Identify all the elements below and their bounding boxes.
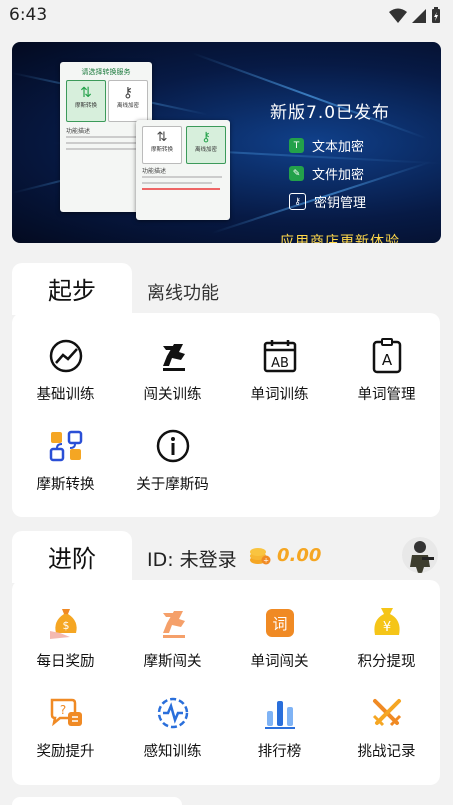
yen-bag-icon: ¥	[373, 608, 400, 635]
info-icon	[156, 429, 189, 463]
money-bag-icon: $	[49, 609, 77, 639]
points-display: + 0.00	[249, 544, 321, 566]
about-morse[interactable]: 关于摩斯码	[119, 428, 226, 494]
shield-icon: T	[289, 138, 304, 153]
word-training[interactable]: AB 单词训练	[226, 338, 333, 404]
svg-text:+: +	[263, 557, 269, 565]
level-training[interactable]: 闯关训练	[119, 338, 226, 404]
signal-icon	[412, 8, 426, 23]
status-time: 6:43	[9, 5, 48, 25]
word-icon: 词	[265, 609, 294, 637]
svg-text:词: 词	[272, 615, 287, 633]
daily-reward[interactable]: $ 每日奖励	[12, 605, 119, 671]
banner-tile-morse: ⇅ 摩斯转换	[66, 80, 106, 122]
banner-tile-offline: ⚷ 离线加密	[108, 80, 148, 122]
bar-chart-icon	[264, 701, 295, 729]
word-challenge[interactable]: 词 单词闯关	[226, 605, 333, 671]
user-id: ID: 未登录	[147, 549, 237, 571]
avatar[interactable]	[402, 537, 438, 573]
banner-tile2-morse: ⇅ 摩斯转换	[142, 126, 182, 164]
question-chat-icon: ?	[50, 698, 82, 727]
battery-icon	[432, 7, 440, 23]
perception-training[interactable]: 感知训练	[119, 695, 226, 761]
wifi-icon	[389, 8, 407, 23]
banner-footer: 应用商店更新体验	[280, 234, 400, 243]
banner-feature-text: T 文本加密	[289, 136, 364, 155]
soldier-avatar-icon	[410, 541, 434, 573]
svg-text:?: ?	[59, 703, 65, 717]
calendar-ab-icon: AB	[263, 340, 296, 373]
banner-feature-key: ⚷ 密钥管理	[289, 192, 366, 211]
key-icon: ⚷	[289, 193, 306, 210]
banner-feature-file: ✎ 文件加密	[289, 164, 364, 183]
svg-text:$: $	[62, 619, 69, 632]
points-withdraw[interactable]: ¥ 积分提现	[333, 605, 440, 671]
runner-icon	[162, 344, 185, 371]
convert-icon	[49, 430, 82, 462]
leaf-icon: ✎	[289, 166, 304, 181]
morse-convert[interactable]: 摩斯转换	[12, 428, 119, 494]
banner-title: 新版7.0已发布	[270, 103, 391, 123]
tab-offline-features[interactable]: 离线功能	[147, 279, 219, 305]
banner-screenshot-2: ⇅ 摩斯转换 ⚷ 离线加密 功能描述	[136, 120, 230, 220]
pulse-icon	[157, 697, 188, 729]
morse-challenge[interactable]: 摩斯闯关	[119, 605, 226, 671]
svg-text:AB: AB	[271, 356, 289, 371]
points-value: 0.00	[277, 544, 322, 566]
status-bar: 6:43	[0, 0, 453, 32]
trend-chart-icon	[49, 339, 82, 373]
svg-text:A: A	[381, 351, 392, 369]
svg-text:¥: ¥	[382, 620, 390, 635]
crossed-swords-icon	[372, 699, 401, 727]
next-section-peek	[12, 797, 182, 805]
runner-icon	[162, 611, 185, 638]
tab-basic[interactable]: 起步	[12, 263, 132, 315]
clipboard-a-icon: A	[372, 338, 401, 374]
reward-boost[interactable]: ? 奖励提升	[12, 695, 119, 761]
leaderboard[interactable]: 排行榜	[226, 695, 333, 761]
basic-training[interactable]: 基础训练	[12, 338, 119, 404]
status-icons	[389, 7, 441, 24]
promo-banner[interactable]: 请选择转换服务 ⇅ 摩斯转换 ⚷ 离线加密 功能描述 ⇅ 摩斯转换 ⚷ 离线加密…	[12, 42, 441, 243]
banner-tile2-offline: ⚷ 离线加密	[186, 126, 226, 164]
word-management[interactable]: A 单词管理	[333, 338, 440, 404]
tab-advanced[interactable]: 进阶	[12, 531, 132, 583]
challenge-records[interactable]: 挑战记录	[333, 695, 440, 761]
coin-icon: +	[250, 548, 271, 565]
